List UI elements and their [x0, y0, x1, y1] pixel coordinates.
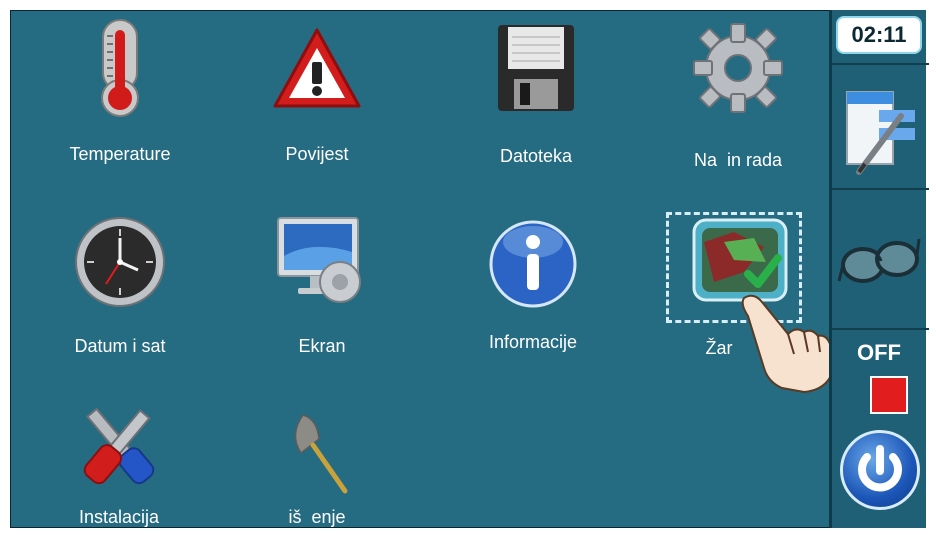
menu-tile-label: iš enje [288, 507, 346, 527]
power-button[interactable] [840, 430, 920, 510]
menu-tile-label: Instalacija [78, 507, 160, 527]
tools-icon [44, 395, 194, 495]
menu-tile-temperature[interactable]: Temperature [45, 18, 195, 164]
schedule-button[interactable] [832, 70, 926, 190]
stop-button[interactable] [870, 376, 908, 414]
warning-icon [242, 18, 392, 118]
menu-tile-informacije[interactable]: Informacije [458, 212, 608, 352]
menu-tile-instalacija[interactable]: Instalacija [44, 395, 194, 535]
menu-tile-label: Ekran [298, 336, 346, 356]
info-icon [458, 212, 608, 312]
menu-tile-label: Temperature [69, 144, 171, 164]
menu-tile-label: Povijest [285, 144, 349, 164]
menu-tile-label: Na in rada [693, 150, 783, 170]
menu-tile-label: Informacije [488, 332, 578, 352]
pointing-hand-icon [730, 288, 840, 398]
gear-icon [663, 18, 813, 118]
sidebar-divider [832, 188, 929, 190]
schedule-edit-icon [846, 91, 915, 175]
menu-tile-datum-i-sat[interactable]: Datum i sat [45, 212, 195, 356]
sidebar-divider [832, 328, 929, 330]
glasses-icon [837, 238, 921, 283]
status-text: OFF [857, 340, 901, 365]
menu-tile-datoteka[interactable]: Datoteka [461, 18, 611, 166]
menu-tile-nacin-rada[interactable]: Na in rada [663, 18, 813, 170]
menu-tile-povijest[interactable]: Povijest [242, 18, 392, 164]
power-icon [858, 445, 902, 492]
sidebar-divider [832, 63, 929, 65]
clock-display: 02:11 [836, 16, 922, 54]
menu-tile-label: Datoteka [499, 146, 573, 166]
glasses-button[interactable] [832, 196, 926, 324]
menu-tile-label: Datum i sat [74, 336, 166, 356]
thermometer-icon [45, 18, 195, 118]
sidebar: 02:11 OFF [829, 10, 929, 528]
menu-tile-ciscenje[interactable]: iš enje [242, 395, 392, 535]
clock-icon [45, 212, 195, 312]
floppy-disk-icon [461, 18, 611, 118]
menu-tile-ekran[interactable]: Ekran [247, 212, 397, 356]
duster-icon [242, 395, 392, 495]
monitor-settings-icon [247, 212, 397, 312]
